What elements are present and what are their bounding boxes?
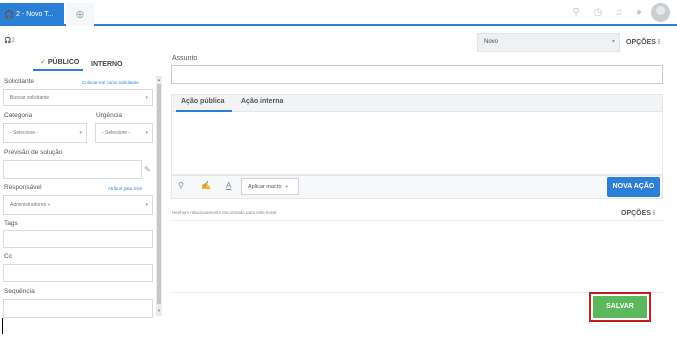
ticket-number-text: 2 bbox=[11, 38, 15, 44]
chevron-down-icon: ▾ bbox=[611, 39, 615, 45]
save-button[interactable]: SALVAR bbox=[593, 296, 647, 318]
options-menu-top[interactable]: OPÇÕES ⁝ bbox=[626, 38, 660, 46]
status-value: Novo bbox=[484, 39, 499, 45]
cc-input[interactable] bbox=[3, 264, 153, 282]
divider bbox=[171, 220, 663, 221]
sequencia-label: Sequência bbox=[4, 288, 35, 295]
options-menu-mid[interactable]: OPÇÕES ⁝ bbox=[621, 209, 655, 217]
options-label: OPÇÕES bbox=[621, 210, 651, 217]
assign-to-me-link[interactable]: Atribuir para mim bbox=[108, 186, 142, 191]
cc-label: Cc bbox=[4, 253, 12, 260]
scroll-down-icon[interactable]: ▼ bbox=[157, 308, 161, 313]
macro-label: Aplicar macro bbox=[248, 184, 282, 190]
responsavel-label: Responsável bbox=[4, 184, 42, 191]
tab-ticket-2-label: 2 - Novo T... bbox=[15, 11, 54, 18]
chevron-down-icon: ▾ bbox=[145, 202, 148, 208]
check-icon: ✓ bbox=[40, 59, 46, 66]
signature-icon[interactable]: ✍ bbox=[201, 181, 211, 190]
solicitante-placeholder: Buscar solicitante bbox=[10, 94, 50, 101]
pencil-icon[interactable]: ✎ bbox=[144, 165, 151, 174]
apply-macro-select[interactable]: Aplicar macro ▼ bbox=[241, 178, 299, 195]
solicitante-input[interactable]: Buscar solicitante ▾ bbox=[3, 89, 153, 106]
new-action-button[interactable]: NOVA AÇÃO bbox=[607, 177, 660, 197]
tab-internal[interactable]: INTERNO bbox=[91, 61, 123, 68]
bell-icon[interactable]: ♫ bbox=[613, 7, 625, 19]
chevron-down-icon: ▾ bbox=[79, 130, 82, 136]
chevron-down-icon: ▾ bbox=[145, 94, 148, 101]
chevron-down-icon: ▼ bbox=[284, 184, 289, 189]
ticket-number: 🎧2 bbox=[4, 37, 15, 44]
text-format-icon[interactable]: A bbox=[226, 181, 231, 190]
tags-input[interactable] bbox=[3, 230, 153, 248]
avatar[interactable] bbox=[651, 3, 670, 22]
solicitante-label: Solicitante bbox=[4, 78, 34, 85]
text-cursor bbox=[2, 318, 3, 334]
options-label: OPÇÕES bbox=[626, 39, 656, 46]
categoria-label: Categoria bbox=[4, 112, 33, 119]
urgencia-value: - Selecione - bbox=[102, 130, 131, 136]
responsavel-select[interactable]: Administradores » ▾ bbox=[3, 195, 153, 215]
categoria-select[interactable]: - Selecione - ▾ bbox=[3, 123, 87, 143]
attach-icon[interactable]: ⚲ bbox=[178, 181, 184, 190]
responsavel-value: Administradores » bbox=[10, 202, 51, 208]
previsao-input[interactable] bbox=[3, 160, 142, 179]
urgencia-label: Urgência bbox=[96, 112, 123, 119]
tab-ticket-2[interactable]: 🎧 2 - Novo T... bbox=[0, 3, 64, 26]
save-button-highlight: SALVAR bbox=[589, 292, 651, 322]
plus-circle-icon: ⊕ bbox=[75, 9, 85, 21]
tab-public[interactable]: ✓ PÚBLICO bbox=[40, 58, 79, 66]
assunto-input[interactable] bbox=[171, 65, 663, 84]
set-me-as-requester-link[interactable]: Colocar-me como solicitante bbox=[82, 80, 139, 85]
tab-public-underline bbox=[33, 69, 83, 71]
chevron-down-icon: ▾ bbox=[145, 130, 148, 136]
search-icon[interactable]: ⚲ bbox=[570, 7, 582, 19]
scroll-up-icon[interactable]: ▲ bbox=[157, 77, 161, 82]
tags-label: Tags bbox=[4, 220, 18, 227]
tab-public-label: PÚBLICO bbox=[47, 59, 80, 66]
assunto-label: Assunto bbox=[172, 55, 198, 62]
clock-icon[interactable]: ◷ bbox=[592, 7, 604, 19]
previsao-label: Previsão de solução bbox=[4, 149, 63, 156]
chat-icon[interactable]: ● bbox=[633, 7, 645, 19]
tab-internal-action[interactable]: Ação interna bbox=[241, 98, 283, 105]
new-tab-button[interactable]: ⊕ bbox=[66, 3, 94, 26]
tab-internal-label: INTERNO bbox=[91, 61, 123, 68]
status-select[interactable]: Novo ▾ bbox=[477, 33, 620, 52]
action-editor[interactable] bbox=[171, 112, 663, 175]
scrollbar-thumb[interactable] bbox=[157, 84, 161, 304]
sequencia-input[interactable] bbox=[3, 299, 153, 318]
headset-icon: 🎧 bbox=[4, 10, 14, 19]
tab-public-action[interactable]: Ação pública bbox=[181, 98, 225, 105]
categoria-value: - Selecione - bbox=[10, 130, 39, 136]
no-relationship-text: Nenhum relacionamento encontrado para es… bbox=[172, 210, 277, 215]
urgencia-select[interactable]: - Selecione - ▾ bbox=[95, 123, 153, 143]
